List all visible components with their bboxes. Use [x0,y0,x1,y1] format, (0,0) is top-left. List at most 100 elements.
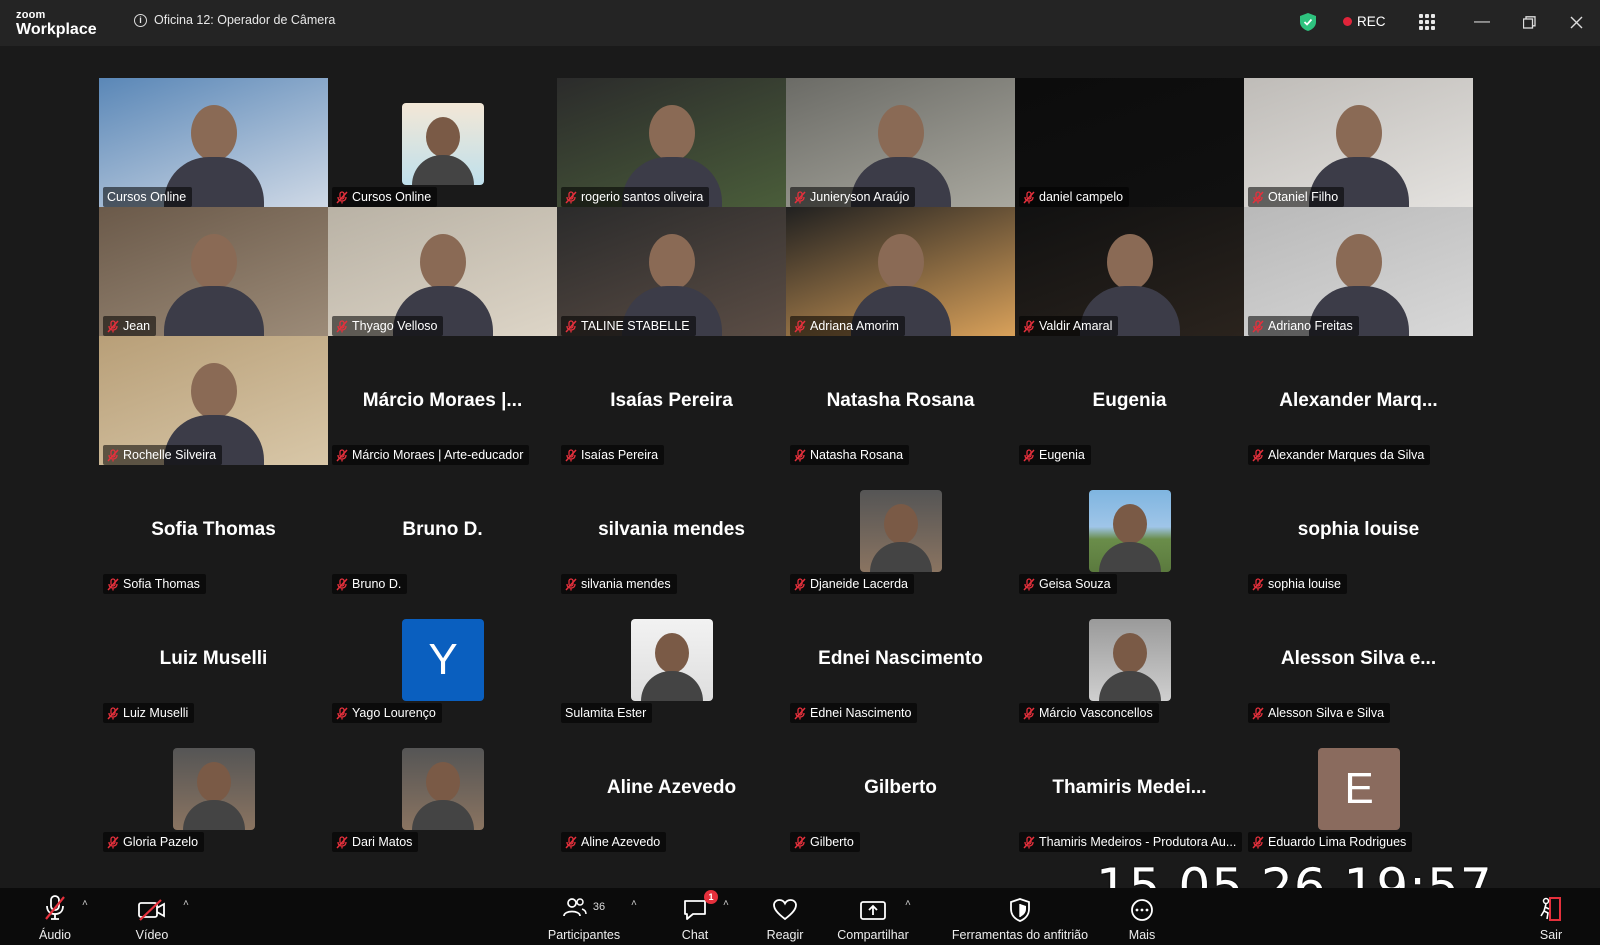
muted-microphone-icon [336,706,348,720]
participant-display-name: Thamiris Medei... [1052,777,1207,798]
more-label: Mais [1128,928,1156,942]
participant-tile[interactable]: Luiz Muselli Luiz Muselli [99,594,328,723]
recording-indicator[interactable]: REC [1343,14,1386,29]
participant-tile[interactable]: silvania mendes silvania mendes [557,465,786,594]
participant-avatar [860,490,942,572]
muted-microphone-icon [794,448,806,462]
participant-name: Jean [123,319,151,333]
participant-name: Sulamita Ester [565,706,647,720]
minimize-button[interactable]: — [1470,10,1494,34]
participant-name-tag: Rochelle Silveira [103,445,223,465]
participant-tile[interactable]: Cursos Online [328,78,557,207]
participant-name-tag: Junieryson Araújo [790,187,916,207]
participant-name-tag: Dari Matos [332,832,419,852]
share-button[interactable]: Compartilhar [833,888,913,945]
participant-tile[interactable]: Eugenia Eugenia [1015,336,1244,465]
participant-tile[interactable]: Thyago Velloso [328,207,557,336]
muted-microphone-icon [107,448,119,462]
participant-tile[interactable]: Natasha Rosana Natasha Rosana [786,336,1015,465]
video-button[interactable]: Vídeo [132,888,172,945]
participant-tile[interactable]: TALINE STABELLE [557,207,786,336]
participant-tile[interactable]: Márcio Vasconcellos [1015,594,1244,723]
participant-name-tag: Yago Lourenço [332,703,442,723]
more-button[interactable]: Mais [1124,888,1160,945]
participant-name-tag: Márcio Moraes | Arte-educador [332,445,530,465]
video-options-chevron-icon[interactable]: ˄ [183,898,193,909]
participant-display-name: Eugenia [1092,390,1167,411]
chat-options-chevron-icon[interactable]: ˄ [723,898,733,909]
participant-name: Sofia Thomas [123,577,200,591]
participant-tile[interactable]: Geisa Souza [1015,465,1244,594]
participant-tile[interactable]: Aline Azevedo Aline Azevedo [557,723,786,852]
participant-tile[interactable]: Alesson Silva e... Alesson Silva e Silva [1244,594,1473,723]
participants-options-chevron-icon[interactable]: ˄ [631,898,641,909]
participant-tile[interactable]: daniel campelo [1015,78,1244,207]
participant-display-name: Alesson Silva e... [1280,648,1437,669]
participant-tile[interactable]: Márcio Moraes |... Márcio Moraes | Arte-e… [328,336,557,465]
host-tools-button[interactable]: Ferramentas do anfitrião [948,888,1092,945]
participant-display-name: Luiz Muselli [159,648,268,669]
participants-button[interactable]: 36 Participantes [544,888,624,945]
participant-tile[interactable]: Djaneide Lacerda [786,465,1015,594]
muted-microphone-icon [1252,319,1264,333]
participant-name-tag: Cursos Online [103,187,193,207]
close-button[interactable] [1564,10,1588,34]
participant-tile[interactable]: Dari Matos [328,723,557,852]
muted-microphone-icon [1252,835,1264,849]
participant-tile[interactable]: Gloria Pazelo [99,723,328,852]
participant-tile[interactable]: Adriano Freitas [1244,207,1473,336]
participant-tile[interactable]: sophia louise sophia louise [1244,465,1473,594]
participants-icon [563,898,587,917]
audio-label: Áudio [39,928,71,942]
info-icon[interactable]: i [134,13,147,27]
participant-tile[interactable]: Adriana Amorim [786,207,1015,336]
participant-name-tag: daniel campelo [1019,187,1130,207]
logo-line1: zoom [16,9,46,21]
react-button[interactable]: Reagir [763,888,807,945]
participant-tile[interactable]: Otaniel Filho [1244,78,1473,207]
participant-name-tag: Bruno D. [332,574,408,594]
muted-microphone-icon [1252,448,1264,462]
participant-tile[interactable]: Y Yago Lourenço [328,594,557,723]
participant-tile[interactable]: rogerio santos oliveira [557,78,786,207]
restore-button[interactable] [1517,10,1541,34]
participant-tile[interactable]: E Eduardo Lima Rodrigues [1244,723,1473,852]
participant-tile[interactable]: Gilberto Gilberto [786,723,1015,852]
participant-tile[interactable]: Thamiris Medei... Thamiris Medeiros - Pro… [1015,723,1244,852]
participant-name: Bruno D. [352,577,402,591]
participant-tile[interactable]: Sulamita Ester [557,594,786,723]
participant-tile[interactable]: Isaías Pereira Isaías Pereira [557,336,786,465]
participant-tile[interactable]: Sofia Thomas Sofia Thomas [99,465,328,594]
more-icon [1131,899,1153,921]
participant-name: Djaneide Lacerda [810,577,908,591]
participant-name-tag: Márcio Vasconcellos [1019,703,1159,723]
audio-options-chevron-icon[interactable]: ˄ [82,898,92,909]
participant-display-name: Ednei Nascimento [818,648,983,669]
meeting-toolbar: Áudio ˄ Vídeo ˄ 36 Participantes ˄ 1 Cha… [0,888,1600,945]
meeting-info[interactable]: i Oficina 12: Operador de Câmera [134,13,335,27]
leave-label: Sair [1539,928,1563,942]
participant-name-tag: Thamiris Medeiros - Produtora Au... [1019,832,1243,852]
participant-tile[interactable]: Junieryson Araújo [786,78,1015,207]
apps-grid-icon[interactable] [1419,14,1435,30]
share-options-chevron-icon[interactable]: ˄ [905,898,915,909]
participant-tile[interactable]: Ednei Nascimento Ednei Nascimento [786,594,1015,723]
participant-tile[interactable]: Alexander Marq... Alexander Marques da Si… [1244,336,1473,465]
participant-name-tag: Gilberto [790,832,860,852]
participant-tile[interactable]: Cursos Online [99,78,328,207]
encryption-shield-icon[interactable] [1300,13,1316,31]
muted-microphone-icon [107,319,119,333]
meeting-title: Oficina 12: Operador de Câmera [154,13,336,27]
muted-microphone-icon [794,706,806,720]
participant-tile[interactable]: Rochelle Silveira [99,336,328,465]
audio-button[interactable]: Áudio [36,888,74,945]
leave-button[interactable]: Sair [1534,888,1568,945]
chat-button[interactable]: 1 Chat [678,888,718,945]
participant-name-tag: Jean [103,316,157,336]
participant-tile[interactable]: Valdir Amaral [1015,207,1244,336]
participant-name: Cursos Online [352,190,432,204]
participant-figure [159,216,269,336]
participant-tile[interactable]: Jean [99,207,328,336]
muted-microphone-icon [1023,190,1035,204]
participant-tile[interactable]: Bruno D. Bruno D. [328,465,557,594]
